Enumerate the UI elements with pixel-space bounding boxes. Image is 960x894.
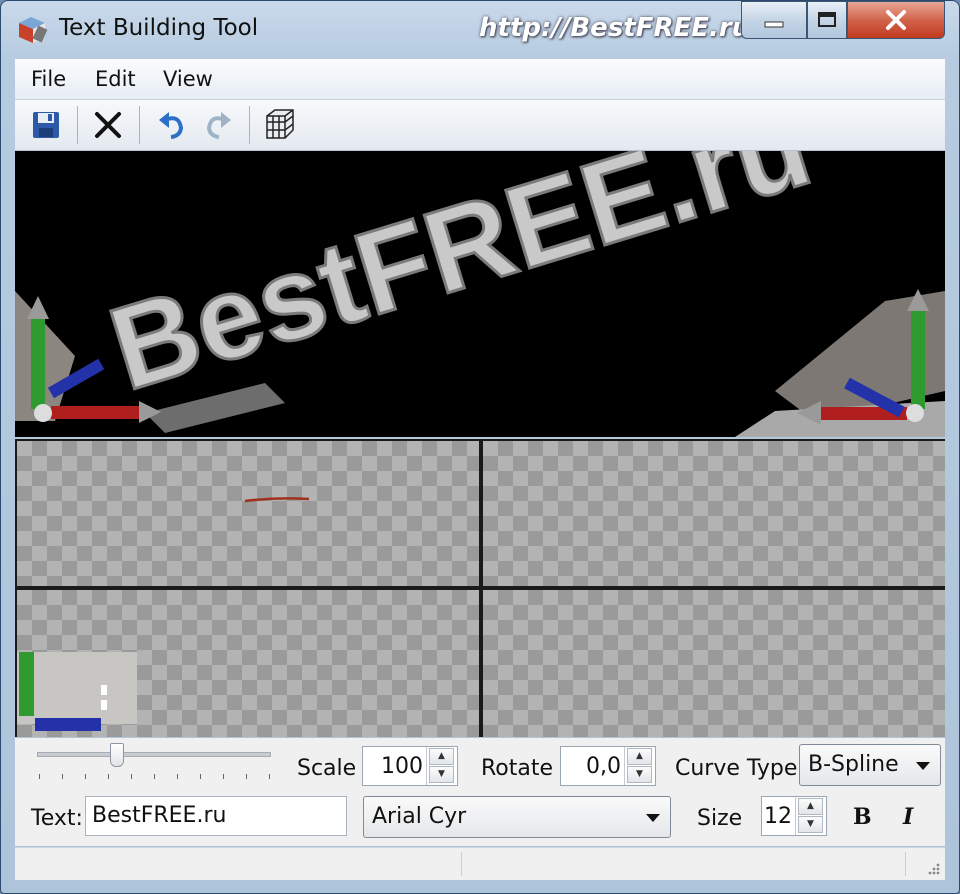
rotate-up-button[interactable]: ▲: [627, 748, 652, 765]
save-icon: [33, 112, 59, 138]
app-icon: [19, 17, 48, 43]
toolbar-separator: [249, 106, 250, 144]
close-button[interactable]: [847, 1, 945, 39]
perspective-view-pane[interactable]: [483, 590, 945, 737]
scale-up-button[interactable]: ▲: [429, 748, 454, 765]
delete-icon: [95, 112, 121, 138]
text-label: Text:: [31, 806, 83, 831]
3d-viewport[interactable]: BestFREE.ru: [15, 151, 945, 437]
restore-button[interactable]: [807, 1, 847, 39]
redo-icon: [206, 112, 231, 139]
size-label: Size: [697, 806, 743, 831]
axis-x-left: [51, 406, 139, 419]
save-button[interactable]: [27, 106, 65, 144]
restore-icon: [818, 12, 836, 27]
grid-icon: [266, 109, 294, 139]
rotate-down-button[interactable]: ▼: [627, 766, 652, 783]
status-divider: [905, 852, 906, 876]
curve-type-dropdown[interactable]: B-Spline: [799, 744, 941, 786]
slider-tick: [62, 774, 63, 779]
slider-tick: [85, 774, 86, 779]
rotate-label: Rotate: [481, 756, 554, 781]
size-value[interactable]: 12: [764, 804, 792, 829]
redo-button[interactable]: [199, 106, 237, 144]
slider-tick: [131, 774, 132, 779]
text-input[interactable]: BestFREE.ru: [85, 796, 347, 836]
undo-button[interactable]: [153, 106, 191, 144]
menu-view[interactable]: View: [163, 67, 213, 91]
scale-down-button[interactable]: ▼: [429, 766, 454, 783]
axis-y-right: [911, 311, 925, 409]
slider-tick: [269, 774, 270, 779]
undo-icon: [159, 112, 184, 139]
slider-tick: [154, 774, 155, 779]
scale-label: Scale: [297, 756, 357, 781]
scale-value[interactable]: 100: [381, 754, 423, 779]
menu-bar: File Edit View: [15, 59, 945, 100]
slider-tick: [246, 774, 247, 779]
top-view-gizmo: [17, 652, 137, 731]
toolbar: [15, 100, 945, 151]
curve-stroke: [244, 497, 310, 503]
title-bar[interactable]: Text Building Tool http://BestFREE.ru: [1, 1, 959, 59]
delete-button[interactable]: [89, 106, 127, 144]
font-dropdown[interactable]: Arial Cyr: [363, 796, 671, 838]
front-view-pane[interactable]: [17, 441, 479, 586]
scale-spinner[interactable]: 100 ▲ ▼: [362, 746, 458, 786]
minimize-button[interactable]: [741, 1, 807, 39]
controls-panel: Scale 100 ▲ ▼ Rotate 0,0 ▲ ▼ Curve Type …: [15, 738, 945, 846]
slider-thumb[interactable]: [109, 743, 124, 767]
axis-y-left: [31, 319, 45, 409]
rotate-value[interactable]: 0,0: [586, 754, 621, 779]
window-title: Text Building Tool: [59, 15, 259, 41]
chevron-down-icon: [646, 814, 660, 822]
bold-button[interactable]: B: [853, 804, 872, 830]
slider-tick: [39, 774, 40, 779]
top-view-pane[interactable]: [17, 590, 479, 737]
curve-type-value: B-Spline: [808, 752, 899, 777]
rotate-spinner[interactable]: 0,0 ▲ ▼: [560, 746, 656, 786]
close-icon: [886, 10, 906, 30]
side-view-pane[interactable]: [483, 441, 945, 586]
size-spinner[interactable]: 12 ▲ ▼: [761, 796, 827, 836]
scene-3d-text: BestFREE.ru: [96, 151, 824, 416]
slider-tick: [108, 774, 109, 779]
status-divider: [461, 852, 462, 876]
slider-tick: [223, 774, 224, 779]
viewport-grid: [15, 439, 945, 737]
scale-slider[interactable]: [15, 738, 285, 786]
curve-type-label: Curve Type: [675, 756, 798, 781]
slider-track: [37, 752, 271, 757]
chevron-down-icon: [916, 762, 930, 770]
3d-scene: BestFREE.ru: [15, 151, 945, 437]
minimize-icon: [764, 21, 784, 28]
toolbar-separator: [139, 106, 140, 144]
status-bar: [15, 847, 945, 880]
toolbar-separator: [77, 106, 78, 144]
font-value: Arial Cyr: [372, 804, 467, 829]
size-down-button[interactable]: ▼: [798, 816, 823, 833]
menu-file[interactable]: File: [31, 67, 66, 91]
italic-button[interactable]: I: [903, 804, 913, 830]
slider-tick: [177, 774, 178, 779]
slider-tick: [200, 774, 201, 779]
app-window: Text Building Tool http://BestFREE.ru Fi…: [0, 0, 960, 894]
menu-edit[interactable]: Edit: [95, 67, 136, 91]
watermark-text: http://BestFREE.ru: [479, 13, 751, 43]
size-up-button[interactable]: ▲: [798, 798, 823, 815]
resize-grip-icon[interactable]: [925, 860, 941, 876]
grid-button[interactable]: [261, 106, 299, 144]
